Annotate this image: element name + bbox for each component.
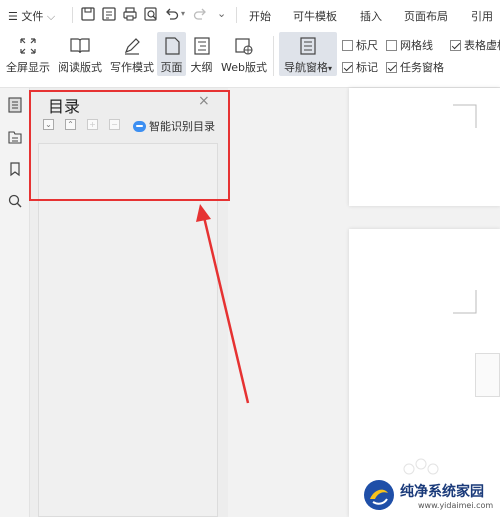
- print-preview-icon[interactable]: [143, 6, 159, 22]
- divider: [236, 7, 237, 23]
- remove-entry-icon[interactable]: −: [109, 119, 120, 130]
- watermark-title: 纯净系统家园: [400, 484, 484, 500]
- menu-bar: ☰ 文件 ⌵ ▾ ⌄ 开始 可牛模板 插入 页面布局 引用: [0, 0, 500, 30]
- writing-mode-button[interactable]: 写作模式: [107, 32, 157, 76]
- margin-corner-mark: [453, 104, 477, 128]
- watermark-logo-icon: [364, 480, 394, 510]
- fullscreen-label: 全屏显示: [6, 61, 50, 74]
- task-pane-label: 任务窗格: [400, 61, 444, 74]
- checkbox-box: [450, 40, 461, 51]
- print-icon[interactable]: [122, 6, 138, 22]
- page-view-button[interactable]: 页面: [157, 32, 186, 76]
- nav-pane-text: 导航窗格: [283, 61, 328, 74]
- undo-dropdown-icon[interactable]: ▾: [181, 9, 185, 18]
- gridlines-checkbox[interactable]: 网格线: [386, 37, 433, 53]
- close-icon[interactable]: ×: [198, 93, 210, 109]
- checkbox-box: [386, 62, 397, 73]
- smart-toc-button[interactable]: 智能识别目录: [133, 118, 215, 134]
- toc-panel: 目录 × ⌄ ⌃ + − 智能识别目录: [30, 88, 228, 517]
- ribbon-divider: [273, 36, 274, 76]
- chevron-down-icon: ▾: [327, 64, 332, 73]
- search-icon[interactable]: [7, 193, 23, 209]
- smart-recognize-icon: [133, 121, 146, 132]
- expand-all-icon[interactable]: ⌄: [43, 119, 54, 130]
- chevron-down-icon: ⌵: [46, 10, 56, 23]
- outline-view-label: 大纲: [190, 61, 213, 74]
- web-layout-button[interactable]: Web版式: [218, 32, 270, 76]
- checkbox-box: [342, 40, 353, 51]
- checkbox-box: [342, 62, 353, 73]
- document-workspace[interactable]: [228, 88, 500, 517]
- page-view-label: 页面: [160, 61, 183, 74]
- toc-list[interactable]: [38, 143, 218, 517]
- floating-toolbar-fragment: [475, 353, 500, 397]
- document-page[interactable]: [349, 88, 500, 206]
- nav-icon-rail: [0, 88, 30, 517]
- checkbox-box: [386, 40, 397, 51]
- writing-mode-label: 写作模式: [110, 61, 154, 74]
- nav-pane-label: 导航窗格▾: [279, 59, 337, 75]
- chapter-icon[interactable]: [7, 129, 23, 145]
- nav-pane-button[interactable]: 导航窗格▾: [279, 32, 337, 76]
- divider: [72, 7, 73, 23]
- hamburger-icon: ☰: [8, 10, 18, 23]
- nav-pane-icon: [297, 36, 319, 56]
- export-pdf-icon[interactable]: [101, 6, 117, 22]
- file-menu[interactable]: ☰ 文件 ⌵: [8, 8, 55, 24]
- gridlines-label: 网格线: [400, 39, 433, 52]
- tab-insert[interactable]: 插入: [360, 8, 382, 24]
- file-menu-label: 文件: [21, 10, 44, 23]
- tab-home[interactable]: 开始: [249, 8, 271, 24]
- web-layout-label: Web版式: [221, 61, 267, 74]
- toc-panel-title: 目录: [48, 97, 81, 116]
- site-watermark: 纯净系统家园 www.yidaimei.com: [360, 474, 500, 517]
- markup-label: 标记: [356, 61, 378, 74]
- page-icon: [161, 36, 183, 56]
- reading-layout-label: 阅读版式: [58, 61, 102, 74]
- pen-icon: [121, 36, 143, 56]
- undo-icon[interactable]: [164, 6, 180, 22]
- fullscreen-button[interactable]: 全屏显示: [3, 32, 53, 76]
- margin-corner-mark: [453, 290, 477, 314]
- table-gridlines-checkbox[interactable]: 表格虚框: [450, 37, 500, 53]
- ruler-checkbox[interactable]: 标尺: [342, 37, 378, 53]
- smart-toc-label: 智能识别目录: [149, 120, 215, 133]
- table-gridlines-label: 表格虚框: [464, 39, 500, 52]
- customize-toolbar-icon[interactable]: ⌄: [217, 7, 226, 20]
- book-icon: [69, 36, 91, 56]
- tab-references[interactable]: 引用: [471, 8, 493, 24]
- view-ribbon: 全屏显示 阅读版式 写作模式 页面 大纲 Web版式 导航窗格▾ 标尺 网格线 …: [0, 30, 500, 88]
- fullscreen-icon: [17, 36, 39, 56]
- tab-page-layout[interactable]: 页面布局: [404, 8, 448, 24]
- outline-view-button[interactable]: 大纲: [188, 32, 215, 76]
- add-entry-icon[interactable]: +: [87, 119, 98, 130]
- bookmark-icon[interactable]: [7, 161, 23, 177]
- ruler-label: 标尺: [356, 39, 378, 52]
- web-icon: [233, 36, 255, 56]
- toc-icon[interactable]: [7, 97, 23, 113]
- collapse-all-icon[interactable]: ⌃: [65, 119, 76, 130]
- reading-layout-button[interactable]: 阅读版式: [55, 32, 105, 76]
- markup-checkbox[interactable]: 标记: [342, 59, 378, 75]
- watermark-url: www.yidaimei.com: [418, 501, 494, 510]
- task-pane-checkbox[interactable]: 任务窗格: [386, 59, 444, 75]
- tab-templates[interactable]: 可牛模板: [293, 8, 337, 24]
- save-icon[interactable]: [80, 6, 96, 22]
- redo-icon[interactable]: [192, 6, 208, 22]
- outline-icon: [191, 36, 213, 56]
